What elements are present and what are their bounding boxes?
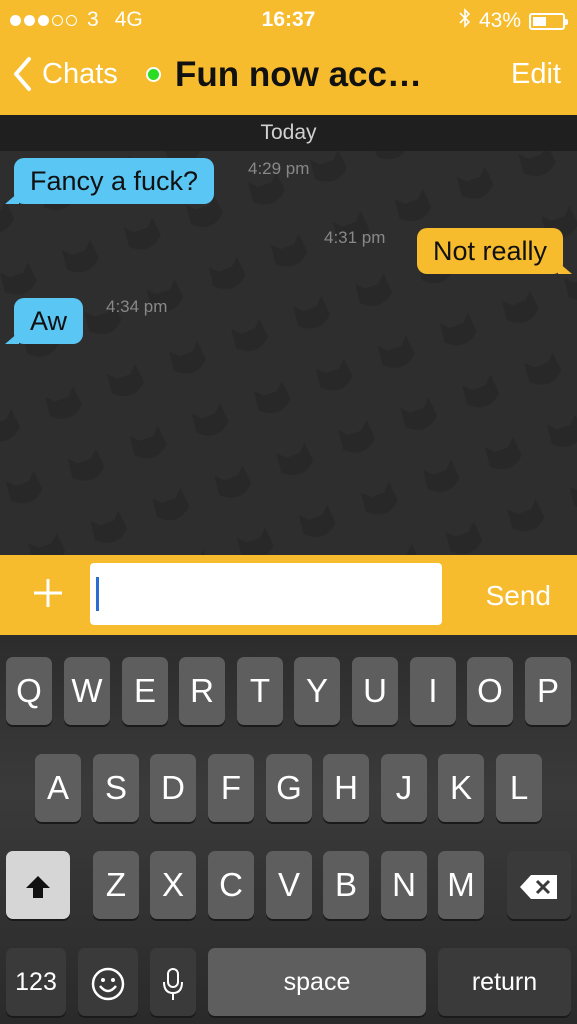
text-caret (96, 577, 99, 611)
backspace-key[interactable] (507, 851, 571, 919)
message-timestamp: 4:29 pm (248, 159, 310, 178)
microphone-icon (163, 968, 183, 1001)
back-label: Chats (42, 57, 118, 90)
numbers-key[interactable]: 123 (6, 948, 66, 1016)
send-button[interactable]: Send (486, 580, 551, 612)
key-y[interactable]: Y (294, 657, 340, 725)
key-t[interactable]: T (237, 657, 283, 725)
top-bar: 3 4G 16:37 43% Chats Fun now acc… Edit (0, 0, 577, 115)
key-m[interactable]: M (438, 851, 484, 919)
plus-icon (34, 579, 62, 607)
shift-key[interactable] (6, 851, 70, 919)
chevron-left-icon (14, 57, 31, 91)
key-x[interactable]: X (150, 851, 196, 919)
key-c[interactable]: C (208, 851, 254, 919)
edit-button[interactable]: Edit (511, 58, 561, 91)
key-w[interactable]: W (64, 657, 110, 725)
message-bubble-outgoing[interactable]: Not really (416, 228, 573, 274)
key-f[interactable]: F (208, 754, 254, 822)
key-z[interactable]: Z (93, 851, 139, 919)
bluetooth-icon (459, 8, 471, 34)
add-attachment-button[interactable] (30, 575, 66, 611)
space-key[interactable]: space (208, 948, 426, 1016)
key-v[interactable]: V (266, 851, 312, 919)
dictation-key[interactable] (150, 948, 196, 1016)
key-e[interactable]: E (122, 657, 168, 725)
key-r[interactable]: R (179, 657, 225, 725)
message-timestamp: 4:34 pm (106, 297, 168, 316)
message-input[interactable] (90, 563, 442, 625)
key-n[interactable]: N (381, 851, 427, 919)
key-q[interactable]: Q (6, 657, 52, 725)
battery-percent: 43% (478, 9, 521, 32)
key-u[interactable]: U (352, 657, 398, 725)
battery-icon (529, 12, 568, 30)
shift-arrow-icon (26, 876, 50, 899)
return-key[interactable]: return (438, 948, 571, 1016)
key-g[interactable]: G (266, 754, 312, 822)
key-p[interactable]: P (525, 657, 571, 725)
nav-bar: Chats Fun now acc… Edit (0, 38, 577, 115)
backspace-icon (520, 875, 557, 900)
online-status-icon (146, 67, 161, 82)
message-bubble-incoming[interactable]: Fancy a fuck? (4, 158, 215, 204)
key-b[interactable]: B (323, 851, 369, 919)
key-h[interactable]: H (323, 754, 369, 822)
key-a[interactable]: A (35, 754, 81, 822)
key-o[interactable]: O (467, 657, 513, 725)
key-j[interactable]: J (381, 754, 427, 822)
message-bubble-incoming[interactable]: Aw (4, 298, 84, 344)
chat-title[interactable]: Fun now acc… (175, 55, 422, 95)
message-timestamp: 4:31 pm (324, 228, 386, 247)
key-d[interactable]: D (150, 754, 196, 822)
back-button[interactable]: Chats (12, 56, 118, 92)
status-bar: 3 4G 16:37 43% (0, 0, 577, 38)
emoji-key[interactable] (78, 948, 138, 1016)
emoji-icon (91, 968, 125, 1001)
battery-area: 43% (459, 8, 568, 34)
key-l[interactable]: L (496, 754, 542, 822)
key-k[interactable]: K (438, 754, 484, 822)
chat-area[interactable]: Today Fancy a fuck? 4:29 pm 4:31 pm Not … (0, 115, 577, 555)
keyboard: Q W E R T Y U I O P A S D F G H J K L Z … (0, 635, 577, 1024)
key-s[interactable]: S (93, 754, 139, 822)
key-i[interactable]: I (410, 657, 456, 725)
composer-bar: Send (0, 555, 577, 635)
date-divider: Today (0, 115, 577, 151)
